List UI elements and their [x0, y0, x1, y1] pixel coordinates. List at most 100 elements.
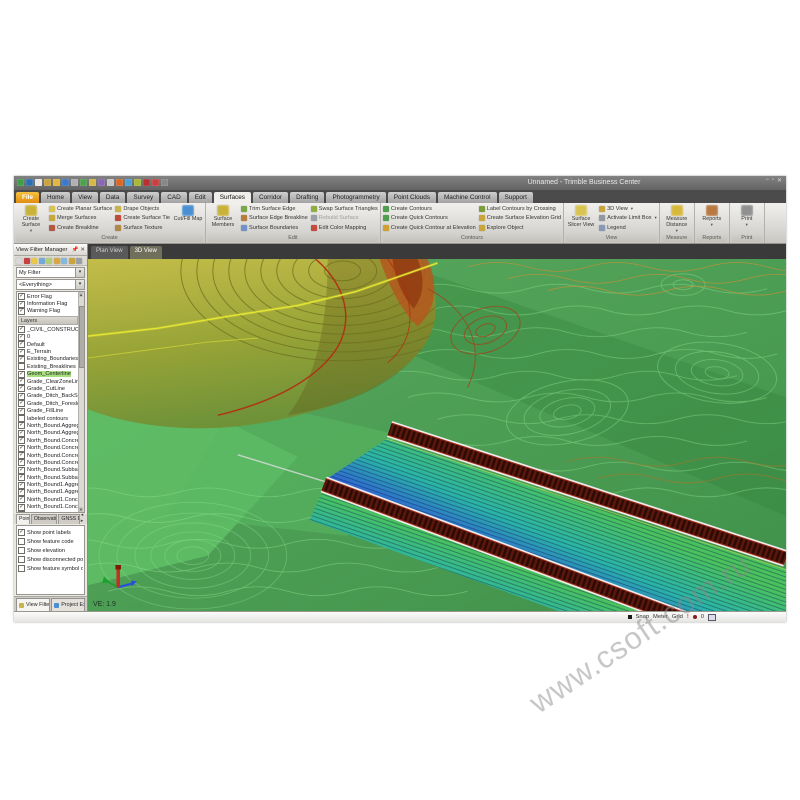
qat-icon[interactable] — [53, 179, 60, 186]
layer-row[interactable]: Grade_FillLine — [18, 407, 78, 414]
panel-toolbar-icon[interactable] — [31, 258, 37, 264]
checkbox[interactable] — [18, 356, 25, 363]
layer-row[interactable]: North_Bound1.Concrete_ — [18, 504, 78, 511]
ribbon-item[interactable]: Label Contours by Crossing — [479, 206, 561, 212]
checkbox[interactable] — [18, 547, 25, 554]
layer-row[interactable]: North_Bound.Concrete_T — [18, 459, 78, 466]
flag-row[interactable]: Warning Flag — [18, 308, 78, 315]
ribbon-tab[interactable]: Machine Control — [438, 192, 497, 203]
measure-distance-button[interactable]: Measure Distance ▾ — [662, 204, 692, 233]
ribbon-item[interactable]: Create Quick Contour at Elevation — [383, 225, 476, 231]
3d-scene[interactable]: VE: 1.9 — [88, 259, 786, 611]
option-row[interactable]: Show feature code — [18, 537, 83, 546]
checkbox[interactable] — [18, 459, 25, 466]
ribbon-item[interactable]: Create Quick Contours — [383, 215, 476, 221]
flag-row[interactable]: Information Flag — [18, 300, 78, 307]
panel-toolbar-icon[interactable] — [76, 258, 82, 264]
ribbon-item[interactable]: Surface Edge Breakline — [241, 215, 308, 221]
cut-fill-map-button[interactable]: Cut/Fill Map — [173, 204, 203, 233]
layer-row[interactable]: Grade_Ditch_BackSlope — [18, 393, 78, 400]
create-surface-button[interactable]: Create Surface ▾ — [16, 204, 46, 233]
qat-icon[interactable] — [125, 179, 132, 186]
title-bar[interactable]: Unnamed - Trimble Business Center − ▫ ✕ — [14, 176, 786, 190]
layer-row[interactable]: Grade_Ditch_Foreslope — [18, 400, 78, 407]
panel-toolbar-icon[interactable] — [61, 258, 67, 264]
ribbon-tab[interactable]: File — [16, 192, 39, 203]
checkbox[interactable] — [18, 504, 25, 511]
ribbon-item[interactable]: Surface Boundaries — [241, 225, 308, 231]
data-type-tab[interactable]: GNSS Da — [58, 514, 79, 524]
option-row[interactable]: Show disconnected points — [18, 555, 83, 564]
chevron-down-icon[interactable]: ▾ — [75, 280, 84, 289]
option-row[interactable]: Show point labels — [18, 528, 83, 537]
view-tab[interactable]: Plan View — [91, 246, 128, 259]
checkbox[interactable] — [18, 293, 25, 300]
print-button[interactable]: Print ▾ — [732, 204, 762, 233]
chevron-down-icon[interactable]: ▾ — [75, 268, 84, 277]
ribbon-tab[interactable]: Support — [499, 192, 533, 203]
layer-row[interactable]: E_Terrain — [18, 348, 78, 355]
layer-row[interactable]: Default — [18, 341, 78, 348]
checkbox[interactable] — [18, 556, 25, 563]
ribbon-tab[interactable]: CAD — [161, 192, 187, 203]
checkbox[interactable] — [18, 445, 25, 452]
pin-icon[interactable]: 📌 — [72, 247, 79, 253]
view-tab[interactable]: 3D View — [130, 246, 162, 259]
qat-icon[interactable] — [134, 179, 141, 186]
ribbon-item[interactable]: Swap Surface Triangles — [311, 206, 378, 212]
layer-row[interactable]: Existing_Boundaries — [18, 356, 78, 363]
qat-icon[interactable] — [35, 179, 42, 186]
ribbon-tab[interactable]: Edit — [189, 192, 212, 203]
checkbox[interactable] — [18, 378, 25, 385]
checkbox[interactable] — [18, 363, 25, 370]
ribbon-item[interactable]: Surface Texture — [115, 225, 170, 231]
ribbon-item[interactable]: Create Breakline — [49, 225, 112, 231]
checkbox[interactable] — [18, 496, 25, 503]
checkbox[interactable] — [18, 422, 25, 429]
ribbon-item[interactable]: Drape Objects — [115, 206, 170, 212]
layer-row[interactable]: North_Bound1.Aggregate — [18, 481, 78, 488]
layers-group-header[interactable]: Layers — [18, 316, 78, 325]
option-row[interactable]: Show feature symbol only — [18, 564, 83, 573]
ribbon-tab[interactable]: Survey — [127, 192, 159, 203]
ribbon-tab[interactable]: Drafting — [290, 192, 324, 203]
data-type-tab[interactable]: Point — [16, 514, 30, 524]
ribbon-tab[interactable]: Point Clouds — [388, 192, 436, 203]
tab-scroll-icons[interactable]: ◂ ▸ — [81, 512, 85, 524]
layer-row[interactable]: labeled contours — [18, 415, 78, 422]
surface-members-button[interactable]: Surface Members — [208, 204, 238, 233]
checkbox[interactable] — [18, 452, 25, 459]
scrollbar-thumb[interactable] — [79, 306, 85, 368]
panel-toolbar-icon[interactable] — [69, 258, 75, 264]
close-icon[interactable]: ✕ — [777, 177, 782, 184]
panel-toolbar-icon[interactable] — [16, 258, 22, 264]
checkbox[interactable] — [18, 408, 25, 415]
ribbon-item[interactable]: Rebuild Surface — [311, 215, 378, 221]
checkbox[interactable] — [18, 474, 25, 481]
qat-icon[interactable] — [116, 179, 123, 186]
ribbon-tab[interactable]: Home — [41, 192, 70, 203]
layer-row[interactable]: North_Bound1.Concrete_ — [18, 496, 78, 503]
ribbon-tab[interactable]: View — [72, 192, 98, 203]
checkbox[interactable] — [18, 565, 25, 572]
filter-select[interactable]: My Filter ▾ — [16, 267, 85, 278]
maximize-icon[interactable]: ▫ — [772, 177, 774, 184]
layer-row[interactable]: North_Bound.Subbase_B — [18, 467, 78, 474]
terrain-3d-view[interactable]: VE: 1.9 — [88, 259, 786, 611]
ribbon-item[interactable]: Create Contours — [383, 206, 476, 212]
panel-toolbar-icon[interactable] — [24, 258, 30, 264]
ribbon-item[interactable]: Trim Surface Edge — [241, 206, 308, 212]
flag-row[interactable]: Error Flag — [18, 293, 78, 300]
ribbon-item[interactable]: Create Surface Elevation Grid — [479, 215, 561, 221]
layer-row[interactable]: North_Bound1.Aggregate — [18, 489, 78, 496]
ribbon-tab[interactable]: Data — [100, 192, 126, 203]
reports-button[interactable]: Reports ▾ — [697, 204, 727, 233]
layer-row[interactable]: Grade_ClearZoneLine — [18, 378, 78, 385]
checkbox[interactable] — [18, 437, 25, 444]
layer-row[interactable]: North_Bound.Concrete_T — [18, 452, 78, 459]
layer-row[interactable]: North_Bound.Aggregate_ — [18, 422, 78, 429]
panel-bottom-tab[interactable]: View Filter Ma... — [16, 598, 50, 611]
panel-toolbar-icon[interactable] — [46, 258, 52, 264]
layer-row[interactable]: North_Bound.Subbase_B — [18, 474, 78, 481]
ribbon-item[interactable]: Create Surface Tie — [115, 215, 170, 221]
